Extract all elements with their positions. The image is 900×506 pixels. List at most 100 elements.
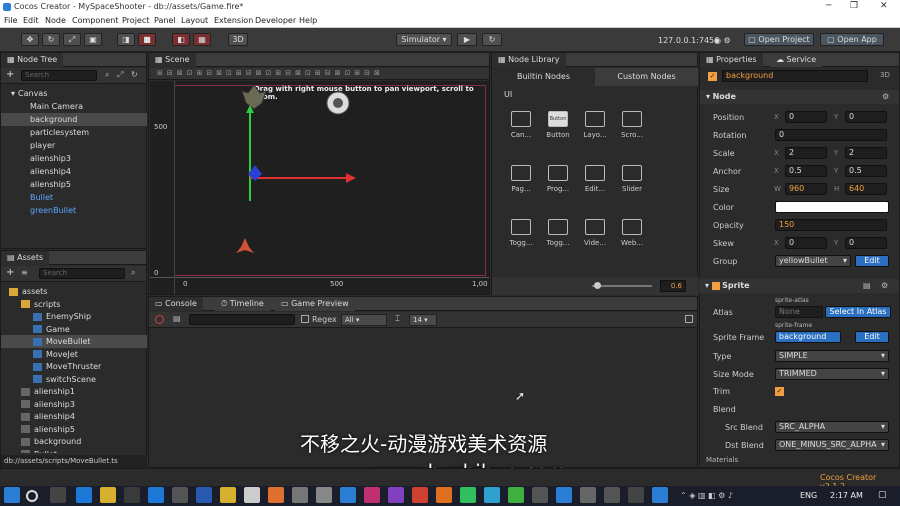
tree-item[interactable]: background (1, 113, 147, 126)
align-icons[interactable]: ⊞⊟⊠⊡⊞⊟⊠⊡⊞⊟⊠⊡⊞⊟⊠⊡⊞⊟⊠⊡⊞⊟⊠ (157, 69, 384, 77)
app-icon-10[interactable] (628, 487, 644, 503)
asset-item[interactable]: alienship5 (1, 423, 147, 436)
node-section-header[interactable]: ▾ Node ⚙ (700, 90, 899, 104)
app-icon-2[interactable] (316, 487, 332, 503)
library-node-item[interactable]: Scro... (615, 111, 649, 139)
mode-3d-button[interactable]: 3D (228, 33, 248, 46)
tree-item[interactable]: ▾ Canvas (1, 87, 147, 100)
chrome-icon[interactable] (412, 487, 428, 503)
tab-scene[interactable]: ▦ Scene (149, 53, 196, 67)
grid-icon[interactable]: ▦ (193, 33, 211, 46)
folder-icon[interactable] (220, 487, 236, 503)
node-active-checkbox[interactable]: ✓ (708, 72, 717, 81)
asset-item[interactable]: Bullet (1, 448, 147, 453)
app-icon-6[interactable] (532, 487, 548, 503)
sprite-settings-icon[interactable]: ⚙ (881, 281, 888, 290)
asset-item[interactable]: Game (1, 323, 147, 336)
tab-properties[interactable]: ▦ Properties (700, 53, 763, 67)
menu-project[interactable]: Project (122, 16, 149, 25)
regex-checkbox[interactable] (301, 315, 309, 323)
add-node-icon[interactable]: + (6, 69, 14, 80)
mail-app-icon[interactable] (244, 487, 260, 503)
skype-icon[interactable] (484, 487, 500, 503)
sprite-section-header[interactable]: ▾ Sprite ▤ ⚙ (699, 279, 899, 293)
simulator-dropdown[interactable]: Simulator ▾ (396, 33, 452, 46)
onenote-icon[interactable] (388, 487, 404, 503)
open-project-button[interactable]: ▢ Open Project (744, 33, 814, 46)
node-3d-toggle[interactable]: 3D (880, 71, 890, 79)
vscode-icon[interactable] (652, 487, 668, 503)
property-select[interactable]: yellowBullet ▾ (775, 255, 851, 267)
number-input[interactable]: 0 (775, 129, 887, 141)
app-icon-5[interactable] (508, 487, 524, 503)
expand-icon[interactable]: ⤢ (117, 70, 123, 80)
task-view-icon[interactable] (50, 487, 66, 503)
add-asset-icon[interactable]: + (6, 267, 14, 278)
library-node-item[interactable]: Layo... (578, 111, 612, 139)
property-select[interactable]: ONE_MINUS_SRC_ALPHA ▾ (775, 439, 889, 451)
menu-extension[interactable]: Extension (214, 16, 253, 25)
rotate-tool-icon[interactable]: ↻ (42, 33, 60, 46)
pivot-toggle-icon[interactable]: ◨ (117, 33, 135, 46)
calculator-icon[interactable] (172, 487, 188, 503)
library-node-item[interactable]: Pag... (504, 165, 538, 193)
property-select[interactable]: TRIMMED ▾ (775, 368, 889, 380)
menu-panel[interactable]: Panel (154, 16, 176, 25)
search-taskbar-icon[interactable] (26, 490, 38, 502)
asset-item[interactable]: MoveBullet (1, 335, 147, 348)
app-icon-7[interactable] (556, 487, 572, 503)
zoom-slider-track[interactable] (592, 285, 652, 287)
minimize-icon[interactable]: ─ (826, 1, 831, 11)
library-node-item[interactable]: Vide... (578, 219, 612, 247)
asset-item[interactable]: MoveJet (1, 348, 147, 361)
collapse-icon[interactable] (685, 315, 693, 323)
library-node-item[interactable]: Prog... (541, 165, 575, 193)
search-assets-icon[interactable]: ⌕ (131, 268, 135, 278)
menu-help[interactable]: Help (299, 16, 317, 25)
mail-icon[interactable] (148, 487, 164, 503)
menu-file[interactable]: File (4, 16, 17, 25)
refresh-icon[interactable]: ↻ (482, 33, 502, 46)
property-select[interactable]: SRC_ALPHA ▾ (775, 421, 889, 433)
clear-console-icon[interactable] (155, 315, 164, 324)
number-input[interactable]: 960 (785, 183, 827, 195)
asset-field[interactable]: None (775, 306, 823, 318)
tab-node-library[interactable]: ▦ Node Library (492, 53, 566, 67)
tab-custom-nodes[interactable]: Custom Nodes (595, 68, 698, 86)
asset-item[interactable]: alienship1 (1, 385, 147, 398)
gizmo-x-axis[interactable] (250, 177, 352, 179)
number-input[interactable]: 0 (845, 237, 887, 249)
maximize-icon[interactable]: ❐ (850, 1, 858, 11)
tree-item[interactable]: player (1, 139, 147, 152)
property-select[interactable]: SIMPLE ▾ (775, 350, 889, 362)
snap-icon[interactable]: ◧ (172, 33, 190, 46)
tray-icons[interactable]: ⌃ ◈ ▥ ◧ ⚙ ♪ (680, 491, 733, 500)
tab-timeline[interactable]: ⏱ Timeline (215, 297, 270, 311)
rect-tool-icon[interactable]: ▣ (84, 33, 102, 46)
tree-item[interactable]: greenBullet (1, 204, 147, 217)
search-icon[interactable]: ⌕ (105, 70, 109, 80)
refresh-tree-icon[interactable]: ↻ (131, 70, 138, 79)
taskbar-clock[interactable]: 2:17 AM (830, 491, 863, 500)
tree-item[interactable]: Main Camera (1, 100, 147, 113)
scene-viewport[interactable]: 500 0 0 500 1,00 Drag with right mouse b… (150, 81, 489, 294)
asset-item[interactable]: assets (1, 285, 147, 298)
app-icon-4[interactable] (364, 487, 380, 503)
explorer-icon[interactable] (100, 487, 116, 503)
local-toggle-icon[interactable]: ■ (138, 33, 156, 46)
zoom-slider-handle[interactable] (594, 282, 601, 289)
zoom-value[interactable]: 0.6 (660, 280, 686, 292)
whatsapp-icon[interactable] (460, 487, 476, 503)
asset-item[interactable]: background (1, 435, 147, 448)
store-icon[interactable] (124, 487, 140, 503)
number-input[interactable]: 0.5 (845, 165, 887, 177)
tree-item[interactable]: alienship5 (1, 178, 147, 191)
word-icon[interactable] (196, 487, 212, 503)
sort-icon[interactable]: ≡ (21, 268, 28, 277)
library-node-item[interactable]: Slider (615, 165, 649, 193)
trim-checkbox[interactable]: ✓ (775, 387, 784, 396)
open-app-button[interactable]: ▢ Open App (820, 33, 884, 46)
menu-layout[interactable]: Layout (181, 16, 208, 25)
library-node-item[interactable]: Togg... (504, 219, 538, 247)
menu-developer[interactable]: Developer (255, 16, 296, 25)
